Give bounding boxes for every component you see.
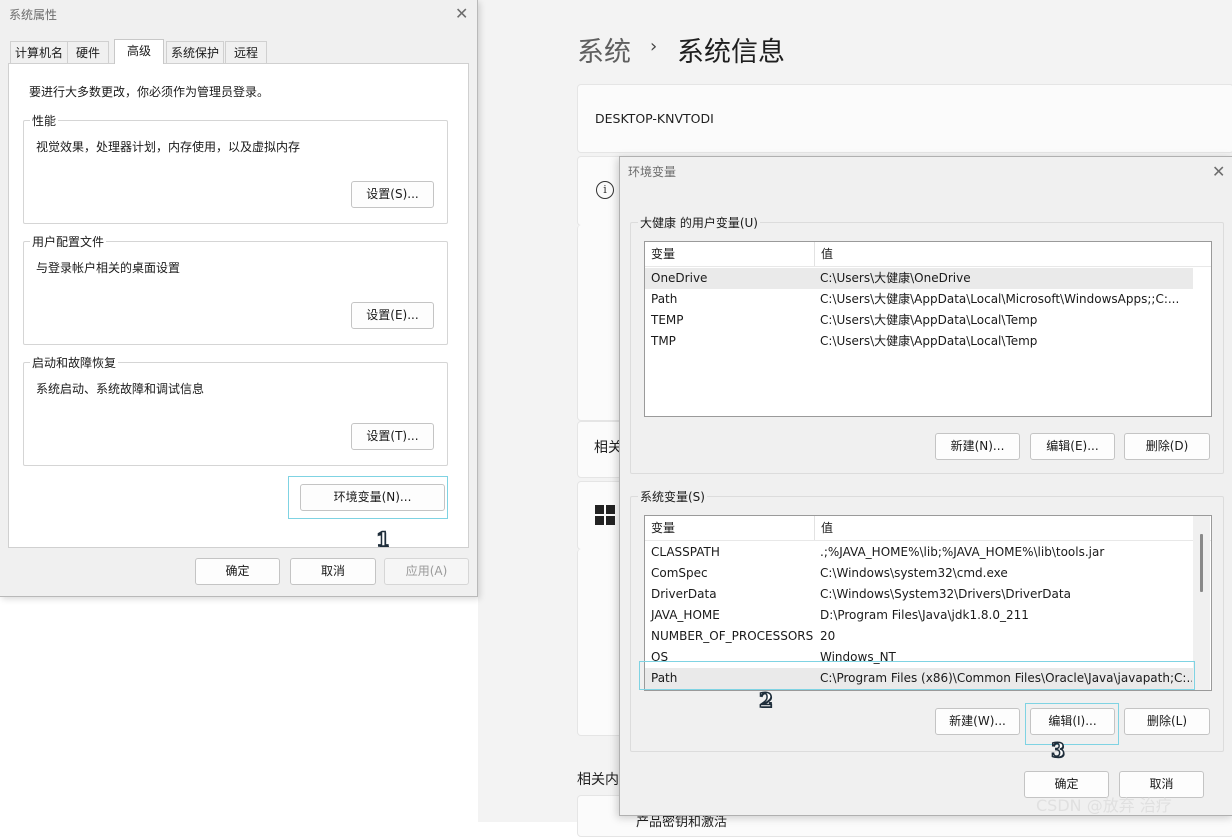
- related-links-label: 相关: [594, 440, 622, 456]
- admin-note: 要进行大多数更改，你必须作为管理员登录。: [29, 85, 270, 99]
- system-edit-button[interactable]: 编辑(I)...: [1030, 708, 1115, 735]
- variable-name: OneDrive: [651, 271, 708, 285]
- column-header-name[interactable]: 变量: [645, 242, 815, 266]
- variable-value: C:\Users\大健康\OneDrive: [820, 271, 971, 285]
- list-header: 变量 值: [645, 516, 1211, 541]
- variable-value: C:\Users\大健康\AppData\Local\Temp: [820, 313, 1038, 327]
- performance-group: 性能 视觉效果，处理器计划，内存使用，以及虚拟内存 设置(S)...: [23, 112, 448, 224]
- variable-name: Path: [651, 292, 678, 306]
- variable-name: ComSpec: [651, 566, 708, 580]
- column-header-value[interactable]: 值: [815, 516, 1193, 540]
- step-1-marker: 1: [375, 526, 390, 552]
- env-dialog-title: 环境变量: [628, 165, 677, 179]
- scrollbar-thumb[interactable]: [1200, 534, 1203, 592]
- dialog-title: 系统属性: [9, 8, 58, 22]
- variable-name: NUMBER_OF_PROCESSORS: [651, 629, 814, 643]
- startup-recovery-group: 启动和故障恢复 系统启动、系统故障和调试信息 设置(T)...: [23, 354, 448, 466]
- user-edit-button[interactable]: 编辑(E)...: [1030, 433, 1115, 460]
- user-profiles-legend: 用户配置文件: [30, 233, 107, 250]
- variable-name: DriverData: [651, 587, 717, 601]
- table-row[interactable]: TMP C:\Users\大健康\AppData\Local\Temp: [645, 331, 1211, 352]
- table-row[interactable]: TEMP C:\Users\大健康\AppData\Local\Temp: [645, 310, 1211, 331]
- close-icon[interactable]: ✕: [455, 6, 468, 22]
- variable-name: OS: [651, 650, 669, 664]
- variable-value: C:\Windows\System32\Drivers\DriverData: [820, 587, 1071, 601]
- apply-button[interactable]: 应用(A): [384, 558, 469, 585]
- user-variables-list[interactable]: 变量 值 OneDrive C:\Users\大健康\OneDrive Path…: [644, 241, 1212, 417]
- table-row[interactable]: Path C:\Program Files (x86)\Common Files…: [645, 668, 1193, 689]
- breadcrumb-parent[interactable]: 系统: [577, 30, 631, 69]
- variable-value: C:\Windows\system32\cmd.exe: [820, 566, 1008, 580]
- info-icon: i: [596, 181, 614, 199]
- step-2-marker: 2: [758, 687, 773, 713]
- performance-desc: 视觉效果，处理器计划，内存使用，以及虚拟内存: [36, 140, 301, 154]
- close-icon[interactable]: ✕: [1212, 164, 1225, 180]
- list-header: 变量 值: [645, 242, 1211, 267]
- advanced-tab-panel: 要进行大多数更改，你必须作为管理员登录。 性能 视觉效果，处理器计划，内存使用，…: [8, 63, 469, 548]
- variable-value: D:\Program Files\Java\jdk1.8.0_211: [820, 608, 1029, 622]
- variable-name: TMP: [651, 334, 676, 348]
- related-content-heading: 相关内: [577, 772, 619, 788]
- column-header-name[interactable]: 变量: [645, 516, 815, 540]
- user-variables-legend: 大健康 的用户变量(U): [638, 214, 760, 231]
- performance-legend: 性能: [30, 112, 59, 129]
- variable-name: CLASSPATH: [651, 545, 720, 559]
- system-delete-button[interactable]: 删除(L): [1124, 708, 1210, 735]
- system-properties-dialog: 系统属性 ✕ 计算机名 硬件 高级 系统保护 远程 要进行大多数更改，你必须作为…: [0, 0, 478, 597]
- table-row[interactable]: Path C:\Users\大健康\AppData\Local\Microsof…: [645, 289, 1211, 310]
- variable-value: C:\Program Files (x86)\Common Files\Orac…: [820, 671, 1192, 685]
- variable-value: 20: [820, 629, 836, 643]
- user-new-button[interactable]: 新建(N)...: [935, 433, 1020, 460]
- system-list-scrollbar[interactable]: [1193, 516, 1210, 690]
- table-row[interactable]: ComSpec C:\Windows\system32\cmd.exe: [645, 563, 1211, 584]
- variable-value: Windows_NT: [820, 650, 896, 664]
- user-delete-button[interactable]: 删除(D): [1124, 433, 1210, 460]
- tab-advanced[interactable]: 高级: [114, 39, 164, 64]
- environment-variables-button[interactable]: 环境变量(N)...: [300, 484, 445, 511]
- column-header-value[interactable]: 值: [815, 242, 1205, 266]
- page-title: 系统信息: [677, 37, 785, 68]
- environment-variables-dialog: 环境变量 ✕ 大健康 的用户变量(U) 变量 值 OneDrive C:\Use…: [619, 156, 1232, 816]
- device-name: DESKTOP-KNVTODI: [595, 111, 714, 126]
- breadcrumb-separator: ›: [650, 36, 658, 57]
- ok-button[interactable]: 确定: [195, 558, 280, 585]
- table-row[interactable]: NUMBER_OF_PROCESSORS 20: [645, 626, 1211, 647]
- cancel-button[interactable]: 取消: [290, 558, 376, 585]
- windows-logo-icon: [595, 505, 615, 525]
- user-profiles-settings-button[interactable]: 设置(E)...: [351, 302, 434, 329]
- table-row[interactable]: CLASSPATH .;%JAVA_HOME%\lib;%JAVA_HOME%\…: [645, 542, 1211, 563]
- startup-recovery-desc: 系统启动、系统故障和调试信息: [36, 382, 205, 396]
- table-row[interactable]: OneDrive C:\Users\大健康\OneDrive: [645, 268, 1193, 289]
- tab-hardware[interactable]: 硬件: [67, 41, 109, 63]
- startup-recovery-legend: 启动和故障恢复: [30, 354, 119, 371]
- variable-value: C:\Users\大健康\AppData\Local\Microsoft\Win…: [820, 292, 1180, 306]
- variable-name: Path: [651, 671, 678, 685]
- performance-settings-button[interactable]: 设置(S)...: [351, 181, 434, 208]
- watermark: CSDN @放弃 治疗: [1036, 796, 1172, 815]
- user-profiles-desc: 与登录帐户相关的桌面设置: [36, 261, 181, 275]
- system-new-button[interactable]: 新建(W)...: [935, 708, 1020, 735]
- tab-computer-name[interactable]: 计算机名: [10, 41, 68, 63]
- variable-value: C:\Users\大健康\AppData\Local\Temp: [820, 334, 1038, 348]
- variable-value: .;%JAVA_HOME%\lib;%JAVA_HOME%\lib\tools.…: [820, 545, 1105, 559]
- startup-recovery-settings-button[interactable]: 设置(T)...: [351, 423, 434, 450]
- table-row[interactable]: JAVA_HOME D:\Program Files\Java\jdk1.8.0…: [645, 605, 1211, 626]
- table-row[interactable]: OS Windows_NT: [645, 647, 1211, 668]
- table-row[interactable]: DriverData C:\Windows\System32\Drivers\D…: [645, 584, 1211, 605]
- tab-remote[interactable]: 远程: [225, 41, 267, 63]
- system-variables-list[interactable]: 变量 值 CLASSPATH .;%JAVA_HOME%\lib;%JAVA_H…: [644, 515, 1212, 691]
- system-variables-legend: 系统变量(S): [638, 488, 707, 505]
- variable-name: JAVA_HOME: [651, 608, 720, 622]
- user-profiles-group: 用户配置文件 与登录帐户相关的桌面设置 设置(E)...: [23, 233, 448, 345]
- variable-name: TEMP: [651, 313, 684, 327]
- tab-system-protection[interactable]: 系统保护: [166, 41, 224, 63]
- step-3-marker: 3: [1050, 737, 1065, 763]
